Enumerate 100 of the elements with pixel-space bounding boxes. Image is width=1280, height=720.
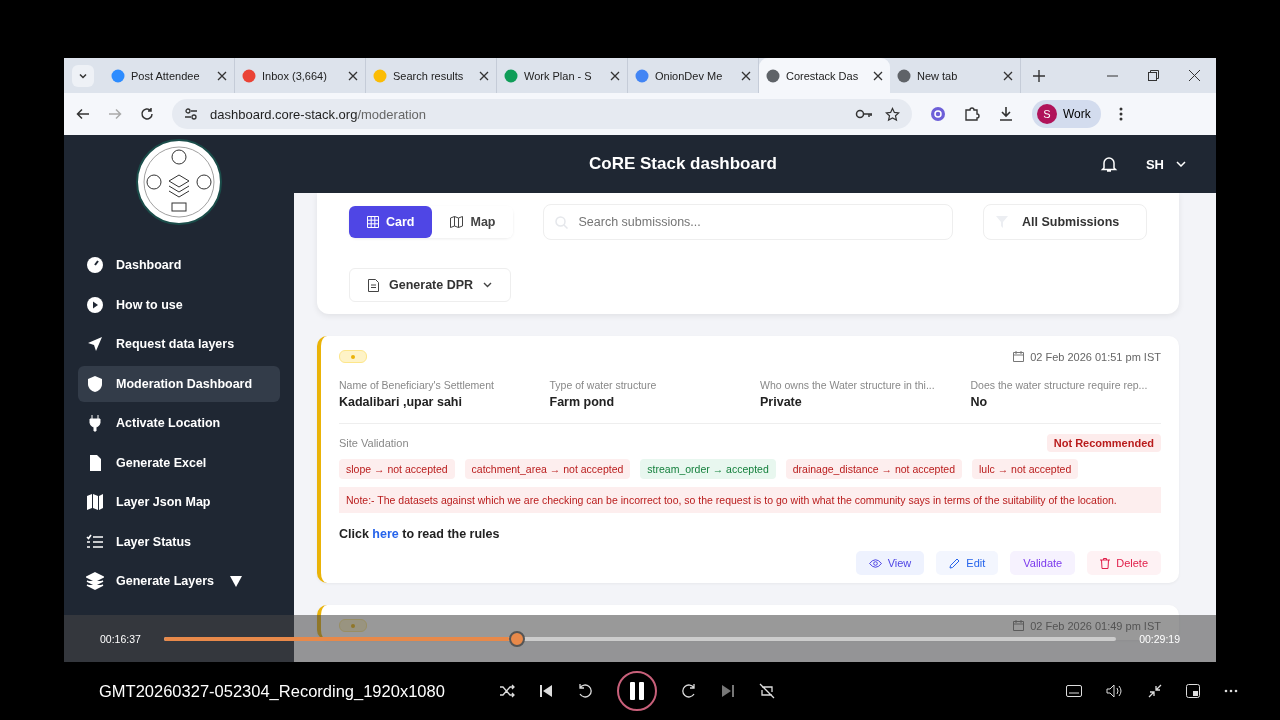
key-icon[interactable] bbox=[855, 108, 873, 120]
eye-icon bbox=[868, 558, 882, 568]
sidebar-item[interactable]: Generate Excel bbox=[78, 444, 280, 481]
favicon-icon bbox=[373, 68, 387, 83]
sidebar-item[interactable]: Activate Location bbox=[78, 405, 280, 442]
warning-note: Note:- The datasets against which we are checking can be incorrect too, so the request is to go with what the community says in terms of the suitability of the location. bbox=[339, 487, 1161, 514]
close-icon[interactable] bbox=[348, 70, 358, 81]
status-dot bbox=[351, 623, 355, 628]
rules-link[interactable]: here bbox=[372, 527, 399, 542]
forward-30-icon[interactable] bbox=[681, 683, 697, 699]
field-label: Name of Beneficiary's Settlement bbox=[339, 379, 495, 391]
action-button[interactable]: Delete bbox=[1087, 551, 1161, 576]
validation-tag: lulc → not accepted bbox=[972, 459, 1079, 479]
menu-item-icon bbox=[86, 414, 104, 433]
trash-icon bbox=[1100, 557, 1111, 569]
document-icon bbox=[368, 278, 379, 292]
back-icon[interactable] bbox=[76, 107, 90, 121]
submission-date: 02 Feb 2026 01:49 pm IST bbox=[1013, 619, 1161, 632]
download-icon[interactable] bbox=[998, 106, 1014, 122]
view-tab[interactable]: Card bbox=[349, 206, 433, 238]
close-icon[interactable] bbox=[217, 70, 227, 81]
validation-tag: slope → not accepted bbox=[339, 459, 455, 479]
chevron-down-icon bbox=[483, 282, 493, 288]
favicon-icon bbox=[766, 68, 780, 83]
field-label: Does the water structure require rep... bbox=[970, 379, 1149, 391]
favicon-icon bbox=[635, 68, 649, 83]
close-icon[interactable] bbox=[741, 70, 751, 81]
view-tab[interactable]: Map bbox=[432, 206, 514, 238]
validation-tag: catchment_area → not accepted bbox=[464, 459, 631, 479]
extension-icon[interactable] bbox=[930, 106, 946, 122]
collapse-icon[interactable] bbox=[1148, 684, 1162, 698]
tab-title: New tab bbox=[917, 69, 959, 82]
close-icon[interactable] bbox=[873, 70, 883, 81]
tab-title: Corestack Das bbox=[786, 69, 860, 82]
close-icon[interactable] bbox=[610, 70, 620, 81]
app-title: CoRE Stack dashboard bbox=[587, 154, 778, 174]
validation-tag: stream_order → accepted bbox=[640, 459, 776, 479]
sidebar-item[interactable]: Layer Status bbox=[78, 523, 280, 560]
shuffle-icon[interactable] bbox=[499, 684, 515, 698]
sidebar-item[interactable]: Moderation Dashboard bbox=[78, 365, 280, 402]
pause-button[interactable] bbox=[617, 671, 657, 711]
calendar-icon bbox=[1013, 351, 1025, 362]
next-icon[interactable] bbox=[721, 684, 735, 698]
more-icon[interactable] bbox=[1224, 689, 1238, 693]
favicon-icon bbox=[897, 68, 911, 83]
profile-button[interactable]: S Work bbox=[1032, 100, 1101, 128]
pause-icon bbox=[629, 682, 645, 700]
tab-title: Inbox (3,664) bbox=[262, 69, 328, 82]
grid-icon bbox=[367, 216, 379, 228]
previous-icon[interactable] bbox=[539, 684, 553, 698]
calendar-icon bbox=[1013, 620, 1025, 632]
favicon-icon bbox=[242, 68, 256, 83]
generate-dpr-button[interactable]: Generate DPR bbox=[349, 268, 512, 302]
close-icon[interactable] bbox=[1189, 70, 1200, 81]
chevron-down-icon bbox=[1176, 161, 1186, 167]
tab-search-button[interactable] bbox=[72, 64, 94, 87]
video-title: GMT20260327-052304_Recording_1920x1080 bbox=[99, 681, 446, 701]
mini-player-icon[interactable] bbox=[1186, 684, 1200, 698]
field-label: Who owns the Water structure in thi... bbox=[760, 379, 936, 391]
captions-icon[interactable] bbox=[1066, 685, 1082, 697]
submission-date: 02 Feb 2026 01:51 pm IST bbox=[1013, 350, 1161, 363]
pencil-icon bbox=[949, 557, 961, 569]
sidebar-item[interactable]: Layer Json Map bbox=[78, 484, 280, 521]
reload-icon[interactable] bbox=[140, 107, 154, 121]
sidebar-item[interactable]: Dashboard bbox=[78, 247, 280, 284]
close-icon[interactable] bbox=[479, 70, 489, 81]
volume-icon[interactable] bbox=[1106, 684, 1124, 698]
tab-title: Work Plan - S bbox=[524, 69, 593, 82]
browser-tab[interactable]: Corestack Das bbox=[759, 58, 890, 93]
validation-tag: drainage_distance → not accepted bbox=[785, 459, 963, 479]
action-button[interactable]: Validate bbox=[1010, 551, 1076, 576]
profile-label: Work bbox=[1063, 107, 1091, 121]
field-value: Private bbox=[760, 395, 803, 409]
action-button[interactable]: Edit bbox=[936, 551, 999, 576]
favicon-icon bbox=[504, 68, 518, 83]
sidebar-item[interactable]: Request data layers bbox=[78, 326, 280, 363]
search-field[interactable]: Search submissions... bbox=[543, 204, 953, 240]
sidebar-item[interactable]: How to use bbox=[78, 286, 280, 323]
star-icon[interactable] bbox=[885, 106, 900, 122]
site-settings-icon[interactable] bbox=[184, 107, 198, 121]
profile-avatar: S bbox=[1037, 104, 1057, 124]
new-tab-icon[interactable] bbox=[1033, 69, 1045, 82]
rewind-10-icon[interactable] bbox=[577, 683, 593, 699]
notification-bell-icon[interactable] bbox=[1099, 155, 1118, 173]
puzzle-icon[interactable] bbox=[964, 106, 980, 122]
action-button[interactable]: View bbox=[855, 551, 925, 576]
address-field[interactable]: dashboard.core-stack.org/moderation bbox=[172, 99, 912, 129]
tab-title: Post Attendee bbox=[131, 69, 201, 82]
user-menu-button[interactable]: SH bbox=[1145, 156, 1186, 172]
repeat-off-icon[interactable] bbox=[759, 683, 775, 699]
close-icon[interactable] bbox=[1003, 70, 1013, 81]
elapsed-time: 00:16:37 bbox=[100, 632, 141, 645]
restore-icon[interactable] bbox=[1148, 70, 1159, 81]
menu-item-icon bbox=[86, 374, 104, 393]
sidebar-item[interactable]: Generate Layers bbox=[78, 563, 280, 600]
field-label: Type of water structure bbox=[549, 379, 658, 391]
more-icon[interactable] bbox=[1118, 107, 1123, 121]
field-value: No bbox=[970, 395, 989, 409]
filter-dropdown[interactable]: All Submissions bbox=[983, 204, 1147, 240]
map-icon bbox=[450, 216, 464, 228]
